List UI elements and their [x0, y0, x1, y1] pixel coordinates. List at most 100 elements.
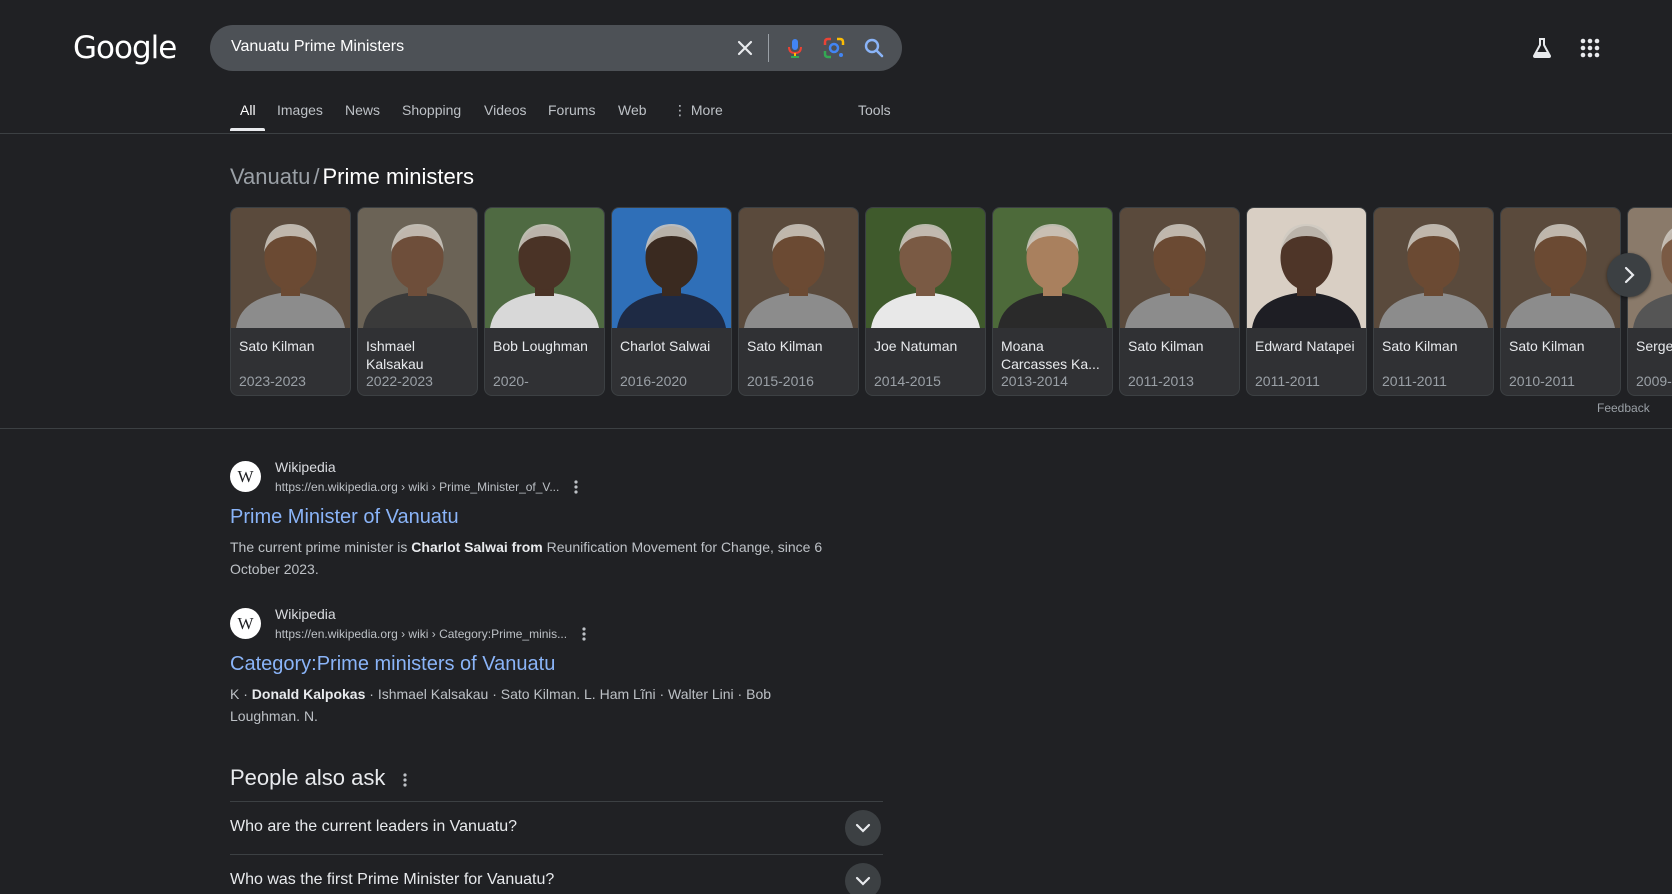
tab-images[interactable]: Images	[277, 102, 323, 118]
paa-question[interactable]: Who are the current leaders in Vanuatu?	[230, 801, 883, 854]
paa-question[interactable]: Who was the first Prime Minister for Van…	[230, 854, 883, 894]
breadcrumb: Vanuatu / Prime ministers	[230, 164, 474, 190]
portrait-image	[231, 208, 350, 328]
labs-flask-icon[interactable]	[1530, 36, 1554, 60]
more-options-icon[interactable]	[570, 479, 582, 495]
search-divider	[768, 34, 769, 62]
breadcrumb-current: Prime ministers	[322, 164, 475, 189]
pm-name: Sato Kilman	[747, 338, 823, 354]
wikipedia-icon[interactable]: W	[230, 608, 261, 639]
more-dots-icon: ⋮	[673, 102, 691, 118]
paa-question-text: Who was the first Prime Minister for Van…	[230, 871, 555, 888]
result-site-name[interactable]: Wikipedia	[275, 606, 336, 622]
pm-card[interactable]: Ishmael Kalsakau 2022-2023	[357, 207, 478, 396]
header: Google Vanuatu Prime Ministers All Image…	[0, 0, 1672, 134]
result-site-name[interactable]: Wikipedia	[275, 459, 336, 475]
feedback-link[interactable]: Feedback	[1597, 401, 1650, 415]
result-url[interactable]: https://en.wikipedia.org › wiki › Prime_…	[275, 480, 559, 494]
pm-term-years: 2023-2023	[239, 373, 306, 389]
pm-card[interactable]: Bob Loughman 2020-	[484, 207, 605, 396]
chevron-down-icon[interactable]	[845, 863, 881, 894]
tab-all[interactable]: All	[240, 102, 256, 118]
pm-card[interactable]: Sato Kilman 2023-2023	[230, 207, 351, 396]
active-tab-indicator	[230, 128, 265, 131]
result-url[interactable]: https://en.wikipedia.org › wiki › Catego…	[275, 627, 567, 641]
pm-card[interactable]: Charlot Salwai 2016-2020	[611, 207, 732, 396]
pm-card[interactable]: Serge 2009-	[1627, 207, 1672, 396]
portrait-image	[612, 208, 731, 328]
portrait-image	[1501, 208, 1620, 328]
tools-button[interactable]: Tools	[858, 102, 891, 118]
pm-term-years: 2015-2016	[747, 373, 814, 389]
pm-card[interactable]: Joe Natuman 2014-2015	[865, 207, 986, 396]
pm-card[interactable]: Sato Kilman 2011-2011	[1373, 207, 1494, 396]
result-title[interactable]: Prime Minister of Vanuatu	[230, 506, 459, 529]
snippet-text: K ·	[230, 686, 252, 702]
pm-name: Joe Natuman	[874, 338, 958, 354]
breadcrumb-parent[interactable]: Vanuatu	[230, 164, 310, 189]
result-snippet: K · Donald Kalpokas · Ishmael Kalsakau ·…	[230, 683, 840, 727]
people-also-ask-title: People also ask	[230, 765, 386, 790]
pm-term-years: 2010-2011	[1509, 373, 1575, 389]
pm-name: Sato Kilman	[1382, 338, 1458, 354]
pm-name: Charlot Salwai	[620, 338, 711, 354]
search-box[interactable]: Vanuatu Prime Ministers	[210, 25, 902, 71]
pm-term-years: 2011-2011	[1382, 373, 1447, 389]
pm-name: Sato Kilman	[239, 338, 315, 354]
pm-name: Serge	[1636, 338, 1672, 354]
search-input[interactable]: Vanuatu Prime Ministers	[231, 38, 404, 56]
tab-shopping[interactable]: Shopping	[402, 102, 461, 118]
pm-term-years: 2014-2015	[874, 373, 941, 389]
portrait-image	[485, 208, 604, 328]
chevron-down-icon[interactable]	[845, 810, 881, 846]
pm-term-years: 2013-2014	[1001, 373, 1068, 389]
pm-term-years: 2011-2013	[1128, 373, 1194, 389]
portrait-image	[1247, 208, 1366, 328]
pm-name: Edward Natapei	[1255, 338, 1355, 354]
close-icon[interactable]	[732, 35, 758, 61]
snippet-text: The current prime minister is	[230, 539, 412, 555]
prime-ministers-carousel: Sato Kilman 2023-2023 Ishmael Kalsakau 2022…	[230, 207, 1672, 397]
tab-forums[interactable]: Forums	[548, 102, 595, 118]
tab-videos[interactable]: Videos	[484, 102, 527, 118]
pm-term-years: 2020-	[493, 373, 529, 389]
google-logo[interactable]: Google	[73, 30, 177, 66]
pm-card[interactable]: Moana Carcasses Ka... 2013-2014	[992, 207, 1113, 396]
portrait-image	[993, 208, 1112, 328]
lens-icon[interactable]	[820, 34, 848, 62]
pm-term-years: 2016-2020	[620, 373, 687, 389]
carousel-next-button[interactable]	[1607, 253, 1651, 297]
pm-card[interactable]: Sato Kilman 2015-2016	[738, 207, 859, 396]
tab-more-label: More	[690, 102, 723, 118]
section-divider	[0, 428, 1672, 429]
pm-card[interactable]: Sato Kilman 2011-2013	[1119, 207, 1240, 396]
more-options-icon[interactable]	[578, 626, 590, 642]
pm-card[interactable]: Edward Natapei 2011-2011	[1246, 207, 1367, 396]
pm-name: Ishmael Kalsakau	[366, 338, 424, 372]
pm-name: Sato Kilman	[1128, 338, 1204, 354]
result-snippet: The current prime minister is Charlot Sa…	[230, 536, 840, 580]
snippet-bold: Donald Kalpokas	[251, 686, 366, 702]
wikipedia-icon[interactable]: W	[230, 461, 261, 492]
pm-term-years: 2009-	[1636, 373, 1672, 389]
portrait-image	[739, 208, 858, 328]
more-options-icon[interactable]	[399, 771, 411, 789]
pm-name: Bob Loughman	[493, 338, 588, 354]
chevron-right-icon	[1624, 266, 1635, 284]
apps-grid-icon[interactable]	[1578, 36, 1602, 60]
search-icon[interactable]	[860, 34, 888, 62]
tab-news[interactable]: News	[345, 102, 380, 118]
tab-more[interactable]: ⋮ More	[673, 102, 723, 119]
result-title[interactable]: Category:Prime ministers of Vanuatu	[230, 653, 555, 676]
microphone-icon[interactable]	[781, 34, 809, 62]
pm-card[interactable]: Sato Kilman 2010-2011	[1500, 207, 1621, 396]
pm-term-years: 2022-2023	[366, 373, 433, 389]
portrait-image	[1120, 208, 1239, 328]
paa-question-text: Who are the current leaders in Vanuatu?	[230, 818, 517, 835]
breadcrumb-separator: /	[313, 164, 320, 189]
portrait-image	[358, 208, 477, 328]
snippet-bold: Charlot Salwai from	[411, 539, 543, 555]
portrait-image	[866, 208, 985, 328]
pm-term-years: 2011-2011	[1255, 373, 1320, 389]
tab-web[interactable]: Web	[618, 102, 647, 118]
